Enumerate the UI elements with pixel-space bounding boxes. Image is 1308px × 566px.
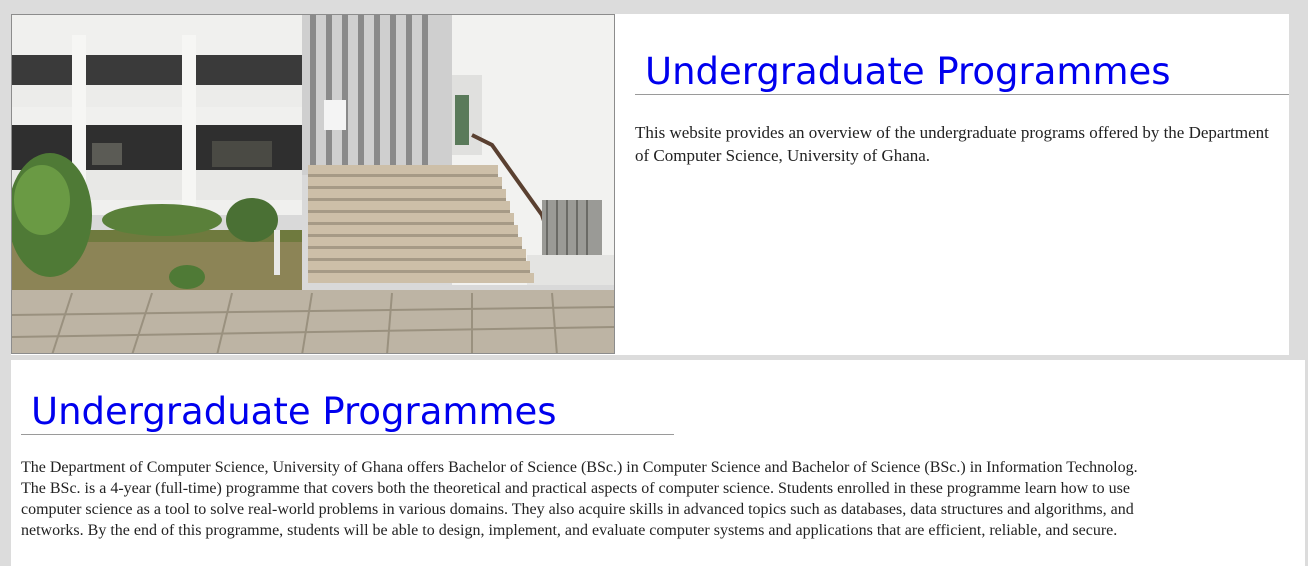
- hero-description: This website provides an overview of the…: [635, 123, 1269, 165]
- hero-section: Undergraduate Programmes This website pr…: [11, 14, 1289, 355]
- detail-line-1: The Department of Computer Science, Univ…: [21, 459, 1138, 476]
- programmes-detail-section: Undergraduate Programmes The Department …: [11, 360, 1305, 566]
- detail-title-wrap: Undergraduate Programmes: [21, 390, 674, 435]
- detail-title: Undergraduate Programmes: [21, 390, 674, 435]
- hero-title: Undergraduate Programmes: [635, 50, 1289, 95]
- department-building-photo: [11, 14, 615, 354]
- detail-line-3: computer science as a tool to solve real…: [21, 501, 1134, 518]
- detail-line-2: The BSc. is a 4-year (full-time) program…: [21, 480, 1130, 497]
- hero-text: Undergraduate Programmes This website pr…: [635, 50, 1289, 167]
- detail-description: The Department of Computer Science, Univ…: [21, 457, 1279, 541]
- detail-line-4: networks. By the end of this programme, …: [21, 522, 1118, 539]
